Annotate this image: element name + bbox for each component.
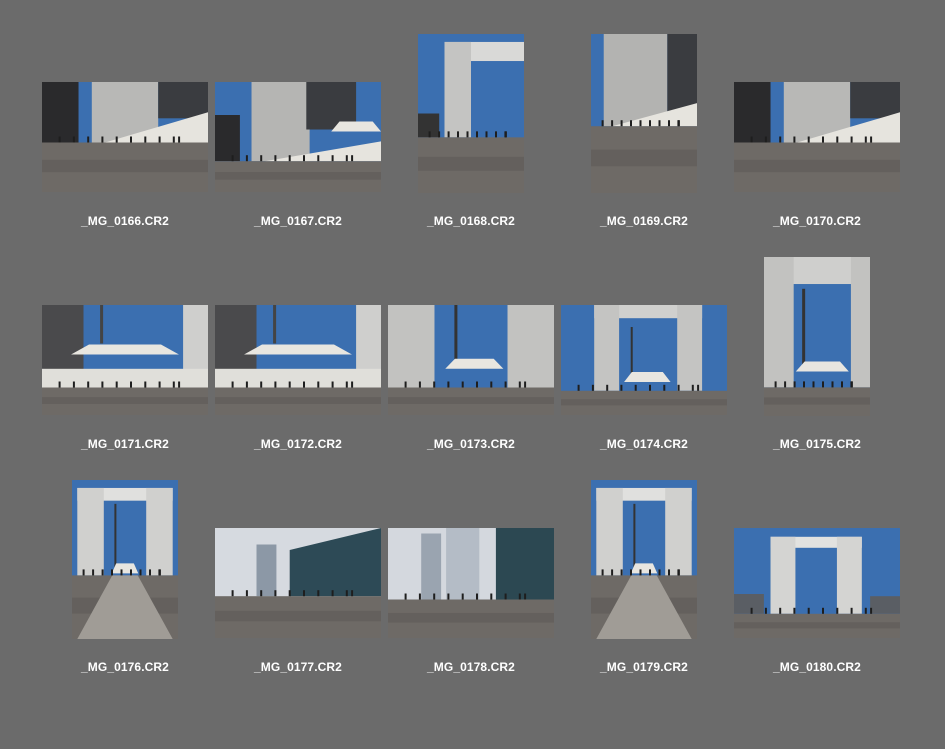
- photo-cell[interactable]: _MG_0166.CR2: [42, 34, 215, 257]
- thumbnail-area: [215, 34, 388, 199]
- thumbnail-grid: _MG_0166.CR2 _MG_0167.CR2 _MG_0168.CR2 _MG_…: [0, 0, 945, 749]
- photo-filename: _MG_0168.CR2: [427, 214, 515, 228]
- photo-thumbnail[interactable]: [215, 528, 381, 638]
- thumbnail-area: [42, 480, 215, 645]
- thumbnail-area: [561, 257, 734, 422]
- photo-thumbnail[interactable]: [734, 528, 900, 638]
- thumbnail-area: [388, 257, 561, 422]
- photo-cell[interactable]: _MG_0178.CR2: [388, 480, 561, 703]
- photo-thumbnail[interactable]: [591, 480, 697, 639]
- photo-cell[interactable]: _MG_0170.CR2: [734, 34, 907, 257]
- photo-cell[interactable]: _MG_0173.CR2: [388, 257, 561, 480]
- photo-filename: _MG_0179.CR2: [600, 660, 688, 674]
- photo-filename: _MG_0170.CR2: [773, 214, 861, 228]
- photo-cell[interactable]: _MG_0180.CR2: [734, 480, 907, 703]
- thumbnail-area: [561, 480, 734, 645]
- photo-filename: _MG_0173.CR2: [427, 437, 515, 451]
- photo-filename: _MG_0174.CR2: [600, 437, 688, 451]
- photo-cell[interactable]: _MG_0177.CR2: [215, 480, 388, 703]
- thumbnail-area: [42, 34, 215, 199]
- photo-cell[interactable]: _MG_0175.CR2: [734, 257, 907, 480]
- photo-cell[interactable]: _MG_0171.CR2: [42, 257, 215, 480]
- photo-thumbnail[interactable]: [734, 82, 900, 192]
- photo-filename: _MG_0176.CR2: [81, 660, 169, 674]
- photo-filename: _MG_0166.CR2: [81, 214, 169, 228]
- photo-thumbnail[interactable]: [42, 82, 208, 192]
- photo-thumbnail[interactable]: [215, 305, 381, 415]
- photo-thumbnail[interactable]: [764, 257, 870, 416]
- photo-cell[interactable]: _MG_0174.CR2: [561, 257, 734, 480]
- thumbnail-area: [734, 257, 907, 422]
- photo-thumbnail[interactable]: [72, 480, 178, 639]
- thumbnail-area: [42, 257, 215, 422]
- photo-cell[interactable]: _MG_0176.CR2: [42, 480, 215, 703]
- photo-filename: _MG_0167.CR2: [254, 214, 342, 228]
- photo-cell[interactable]: _MG_0172.CR2: [215, 257, 388, 480]
- photo-filename: _MG_0175.CR2: [773, 437, 861, 451]
- photo-cell[interactable]: _MG_0179.CR2: [561, 480, 734, 703]
- thumbnail-area: [734, 34, 907, 199]
- photo-thumbnail[interactable]: [388, 528, 554, 638]
- photo-thumbnail[interactable]: [215, 82, 381, 192]
- photo-thumbnail[interactable]: [591, 34, 697, 193]
- photo-cell[interactable]: _MG_0169.CR2: [561, 34, 734, 257]
- photo-filename: _MG_0169.CR2: [600, 214, 688, 228]
- photo-filename: _MG_0178.CR2: [427, 660, 515, 674]
- photo-thumbnail[interactable]: [42, 305, 208, 415]
- photo-thumbnail[interactable]: [561, 305, 727, 415]
- photo-filename: _MG_0180.CR2: [773, 660, 861, 674]
- thumbnail-area: [388, 34, 561, 199]
- thumbnail-area: [561, 34, 734, 199]
- photo-filename: _MG_0177.CR2: [254, 660, 342, 674]
- photo-filename: _MG_0171.CR2: [81, 437, 169, 451]
- thumbnail-area: [215, 480, 388, 645]
- photo-cell[interactable]: _MG_0168.CR2: [388, 34, 561, 257]
- photo-thumbnail[interactable]: [388, 305, 554, 415]
- photo-thumbnail[interactable]: [418, 34, 524, 193]
- thumbnail-area: [215, 257, 388, 422]
- thumbnail-area: [388, 480, 561, 645]
- photo-cell[interactable]: _MG_0167.CR2: [215, 34, 388, 257]
- photo-filename: _MG_0172.CR2: [254, 437, 342, 451]
- thumbnail-area: [734, 480, 907, 645]
